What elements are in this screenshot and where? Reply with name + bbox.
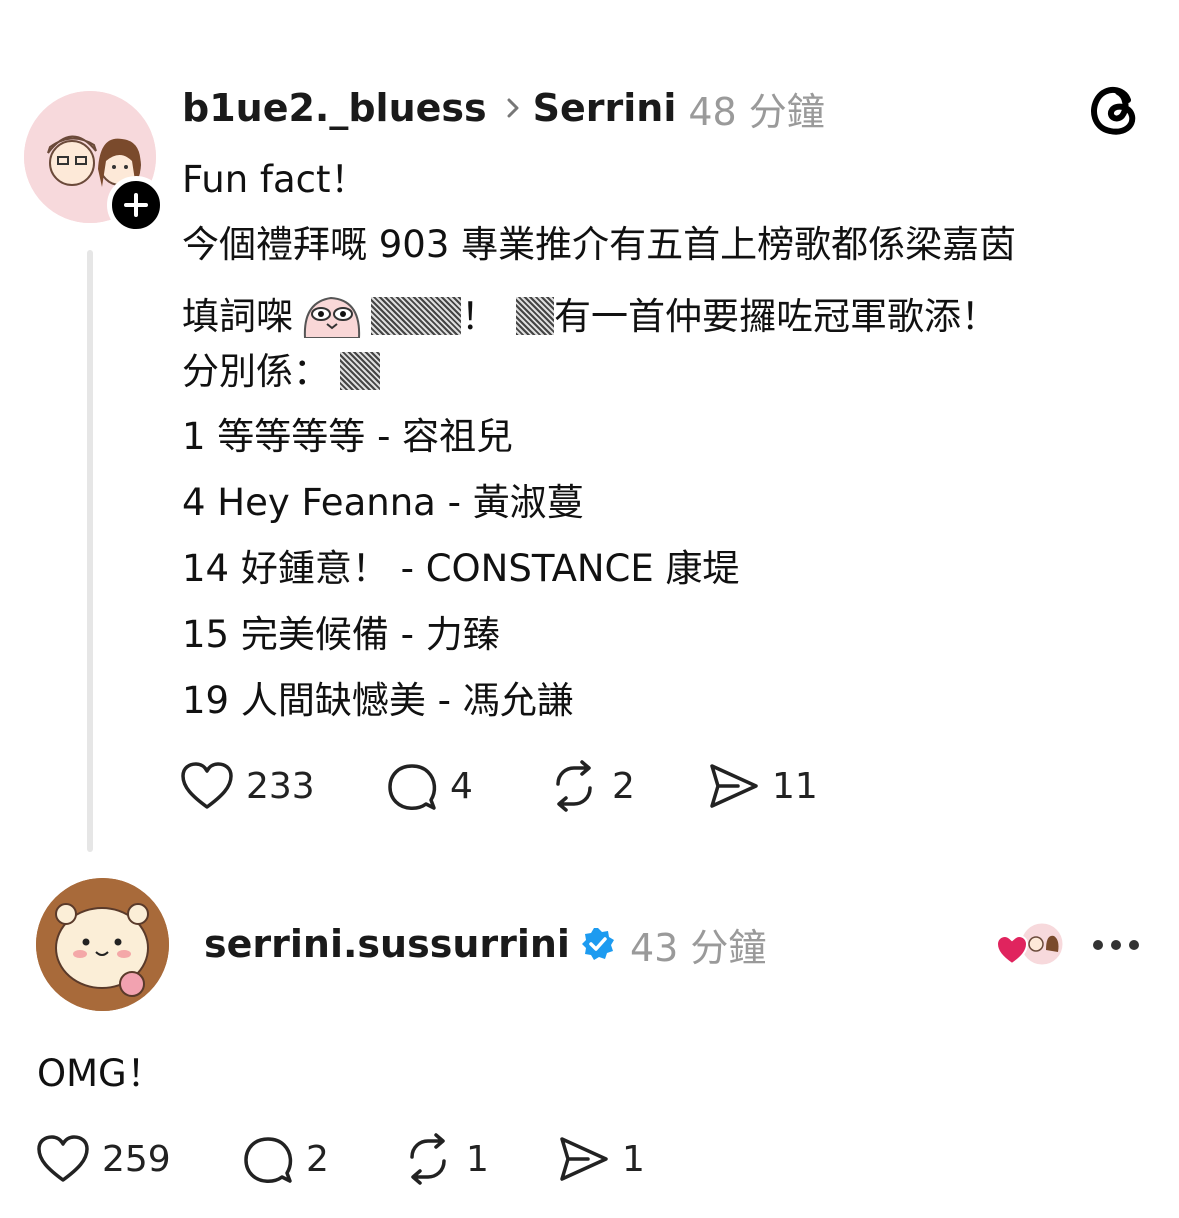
share-count: 1 xyxy=(622,1138,645,1180)
share-button[interactable]: 1 xyxy=(558,1133,645,1185)
repost-icon xyxy=(410,1133,446,1185)
comment-button[interactable]: 2 xyxy=(242,1133,402,1185)
repost-icon xyxy=(556,760,592,812)
like-count: 233 xyxy=(246,765,315,807)
sticker-emoji xyxy=(297,294,367,338)
comment-icon xyxy=(388,764,437,810)
follow-button[interactable] xyxy=(107,176,165,234)
like-button[interactable]: 259 xyxy=(36,1134,242,1184)
thread-line xyxy=(87,250,93,852)
reply-actions: 259 2 1 1 xyxy=(36,1133,645,1185)
censored-emoji xyxy=(371,297,461,335)
post-line: 分別係： xyxy=(182,350,380,392)
like-count: 259 xyxy=(102,1138,171,1180)
threads-logo-icon[interactable] xyxy=(1088,82,1140,140)
repost-count: 1 xyxy=(466,1138,489,1180)
verified-icon xyxy=(580,926,616,962)
share-button[interactable]: 11 xyxy=(708,760,818,812)
post-header: b1ue2._bluess Serrini 48 分鐘 xyxy=(182,80,825,136)
post-actions: 233 4 2 11 xyxy=(180,760,818,812)
liked-by-author-badge xyxy=(995,918,1068,970)
song-item: 4 Hey Feanna - 黃淑蔓 xyxy=(182,481,584,524)
post-line: Fun fact！ xyxy=(182,158,368,201)
comment-count: 2 xyxy=(306,1138,329,1180)
like-button[interactable]: 233 xyxy=(180,761,386,811)
chevron-right-icon xyxy=(505,97,521,119)
heart-icon xyxy=(181,762,233,809)
comment-count: 4 xyxy=(450,765,473,807)
song-item: 19 人間缺憾美 - 馮允謙 xyxy=(182,679,574,722)
repost-count: 2 xyxy=(612,765,635,807)
post-line-part: 分別係： xyxy=(182,349,330,393)
reply-header: serrini.sussurrini 43 分鐘 xyxy=(204,918,766,970)
post-line: 填詞㗎 ！ 有一首仲要攞咗冠軍歌添！ xyxy=(182,294,998,338)
repost-button[interactable]: 2 xyxy=(548,760,708,812)
repost-button[interactable]: 1 xyxy=(402,1133,558,1185)
song-item: 14 好鍾意！ - CONSTANCE 康堤 xyxy=(182,547,740,590)
reply-time: 43 分鐘 xyxy=(629,925,767,970)
more-icon[interactable] xyxy=(1093,940,1139,950)
song-item: 15 完美候備 - 力臻 xyxy=(182,613,500,656)
reply-text: OMG！ xyxy=(37,1052,164,1095)
comment-button[interactable]: 4 xyxy=(386,760,548,812)
heart-icon xyxy=(37,1135,89,1182)
share-icon xyxy=(710,764,758,808)
comment-icon xyxy=(244,1137,293,1183)
reply-author-avatar[interactable] xyxy=(36,878,169,1011)
reply-target[interactable]: Serrini xyxy=(533,86,677,130)
post-line-part: 填詞㗎 xyxy=(182,294,293,338)
share-count: 11 xyxy=(772,765,818,807)
post-time: 48 分鐘 xyxy=(688,89,825,134)
post-line-part: 有一首仲要攞咗冠軍歌添！ xyxy=(554,294,998,338)
censored-emoji xyxy=(516,297,554,335)
reply-author[interactable]: serrini.sussurrini xyxy=(204,922,570,966)
post-line: 今個禮拜嘅 903 專業推介有五首上榜歌都係梁嘉茵 xyxy=(182,223,1017,266)
heart-icon xyxy=(995,934,1029,966)
plus-icon xyxy=(124,193,148,217)
song-item: 1 等等等等 - 容祖兒 xyxy=(182,415,514,458)
censored-emoji xyxy=(340,352,380,390)
post-line-part: ！ xyxy=(461,294,498,338)
post-author[interactable]: b1ue2._bluess xyxy=(182,86,487,130)
share-icon xyxy=(560,1137,608,1181)
